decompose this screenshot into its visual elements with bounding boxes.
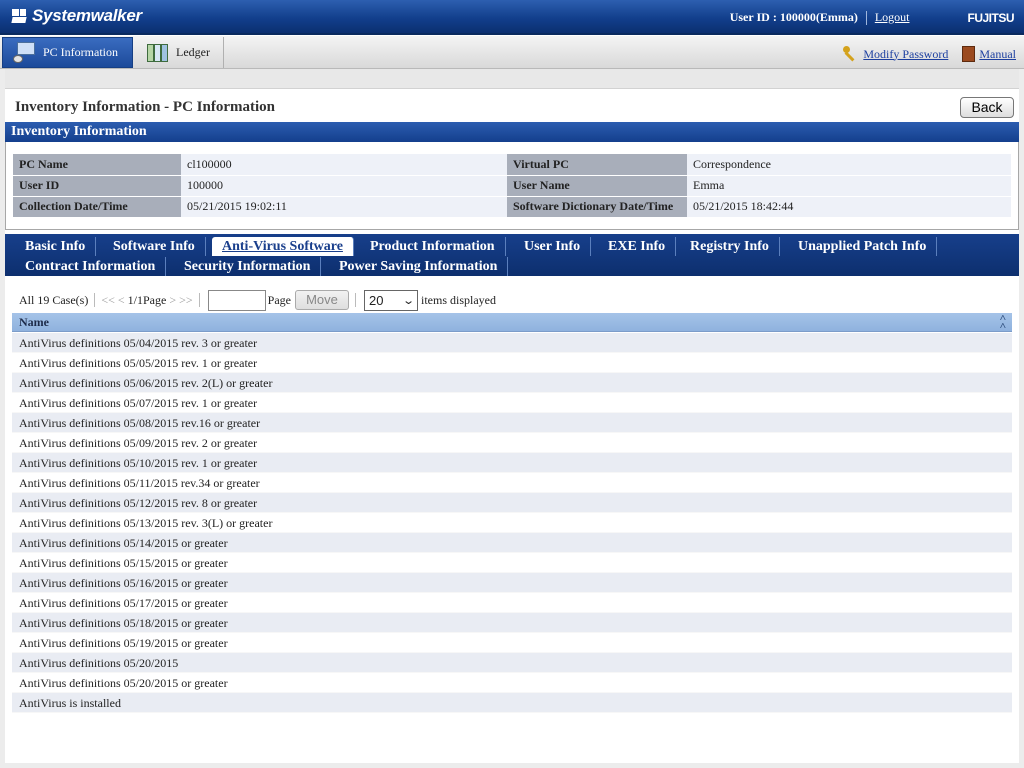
name-column-header[interactable]: Name ˄ ˄ [12, 313, 1012, 332]
table-row[interactable]: AntiVirus definitions 05/13/2015 rev. 3(… [12, 513, 1012, 533]
window-frame-right [1019, 69, 1024, 768]
menu-links: Modify Password Manual [843, 46, 1016, 62]
tab-exe-info[interactable]: EXE Info [598, 237, 677, 256]
total-count: All 19 Case(s) [19, 292, 89, 307]
window-frame-bottom [0, 763, 1024, 768]
table-row[interactable]: AntiVirus definitions 05/09/2015 rev. 2 … [12, 433, 1012, 453]
items-displayed-label: items displayed [420, 292, 496, 307]
systemwalker-logo-icon [10, 7, 28, 25]
pc-name-value: cl100000 [181, 154, 507, 176]
page-status: 1/1Page [127, 292, 167, 307]
table-row[interactable]: AntiVirus definitions 05/20/2015 [12, 653, 1012, 673]
inventory-section-header: Inventory Information [5, 122, 1019, 142]
fujitsu-logo: FUJITSU [967, 10, 1014, 25]
tab-anti-virus-software[interactable]: Anti-Virus Software [212, 237, 354, 256]
menu-tab-ledger[interactable]: Ledger [136, 37, 224, 68]
table-row[interactable]: AntiVirus definitions 05/20/2015 or grea… [12, 673, 1012, 693]
user-id-label: User ID : 100000(Emma) [729, 10, 858, 24]
tab-software-info[interactable]: Software Info [103, 237, 206, 256]
user-name-value: Emma [687, 175, 1011, 197]
table-row[interactable]: AntiVirus definitions 05/18/2015 or grea… [12, 613, 1012, 633]
user-id-value: 100000 [181, 175, 507, 197]
inventory-row: Collection Date/Time 05/21/2015 19:02:11… [13, 196, 1011, 218]
table-row[interactable]: AntiVirus definitions 05/19/2015 or grea… [12, 633, 1012, 653]
table-row[interactable]: AntiVirus definitions 05/10/2015 rev. 1 … [12, 453, 1012, 473]
manual-book-icon [962, 46, 976, 62]
table-row[interactable]: AntiVirus definitions 05/06/2015 rev. 2(… [12, 373, 1012, 393]
tab-basic-info[interactable]: Basic Info [15, 237, 97, 256]
user-id-field-label: User ID [13, 175, 181, 197]
items-per-page-value: 20 [368, 292, 384, 308]
pager: All 19 Case(s) << < 1/1Page > >> Page Mo… [19, 289, 496, 311]
tab-registry-info[interactable]: Registry Info [680, 237, 780, 256]
menu-tab-label: Ledger [176, 45, 210, 59]
dictionary-date-label: Software Dictionary Date/Time [507, 196, 687, 218]
table-row[interactable]: AntiVirus definitions 05/12/2015 rev. 8 … [12, 493, 1012, 513]
virtual-pc-label: Virtual PC [507, 154, 687, 176]
modify-password-link[interactable]: Modify Password [863, 47, 948, 62]
collection-date-value: 05/21/2015 19:02:11 [181, 196, 507, 218]
tab-product-information[interactable]: Product Information [360, 237, 506, 256]
collection-date-label: Collection Date/Time [13, 196, 181, 218]
menu-tab-pc-information[interactable]: PC Information [2, 37, 133, 68]
page-label: Page [267, 292, 291, 307]
pc-icon [13, 41, 37, 64]
table-row[interactable]: AntiVirus definitions 05/14/2015 or grea… [12, 533, 1012, 553]
content-top-strip [5, 69, 1019, 89]
chevron-down-icon: ⌄ [401, 294, 415, 307]
tab-security-information[interactable]: Security Information [174, 257, 322, 276]
table-row[interactable]: AntiVirus definitions 05/05/2015 rev. 1 … [12, 353, 1012, 373]
table-row[interactable]: AntiVirus definitions 05/11/2015 rev.34 … [12, 473, 1012, 493]
key-icon [843, 46, 859, 62]
pc-name-label: PC Name [13, 154, 181, 176]
menu-tab-label: PC Information [43, 45, 118, 59]
main-menu: PC Information Ledger Modify Password Ma… [0, 36, 1024, 69]
divider [354, 293, 356, 307]
sort-icon[interactable]: ˄ ˄ [1000, 313, 1006, 332]
dictionary-date-value: 05/21/2015 18:42:44 [687, 196, 1011, 218]
manual-link[interactable]: Manual [979, 47, 1016, 62]
divider [865, 10, 867, 25]
next-page-link[interactable]: > [169, 293, 176, 308]
prev-page-link[interactable]: < [118, 293, 125, 308]
page-number-input[interactable] [207, 289, 266, 311]
table-row[interactable]: AntiVirus definitions 05/17/2015 or grea… [12, 593, 1012, 613]
detail-tabs: Basic Info Software Info Anti-Virus Soft… [5, 234, 1019, 276]
inventory-panel: PC Name cl100000 Virtual PC Corresponden… [5, 142, 1019, 230]
items-per-page-select[interactable]: 20 ⌄ [363, 289, 418, 311]
last-page-link[interactable]: >> [179, 293, 193, 308]
inventory-table: PC Name cl100000 Virtual PC Corresponden… [13, 154, 1011, 218]
inventory-row: User ID 100000 User Name Emma [13, 175, 1011, 197]
antivirus-list: AntiVirus definitions 05/04/2015 rev. 3 … [12, 333, 1012, 713]
ledger-icon [146, 42, 170, 64]
table-row[interactable]: AntiVirus definitions 05/04/2015 rev. 3 … [12, 333, 1012, 353]
tab-power-saving-information[interactable]: Power Saving Information [329, 257, 509, 276]
tab-user-info[interactable]: User Info [514, 237, 592, 256]
table-row[interactable]: AntiVirus is installed [12, 693, 1012, 713]
brand-name: Systemwalker [32, 6, 142, 25]
systemwalker-logo: Systemwalker [10, 6, 142, 26]
first-page-link[interactable]: << [101, 293, 115, 308]
user-name-label: User Name [507, 175, 687, 197]
user-area: User ID : 100000(Emma) Logout FUJITSU [730, 10, 1014, 25]
virtual-pc-value: Correspondence [687, 154, 1011, 176]
back-button[interactable]: Back [960, 97, 1014, 118]
move-button[interactable]: Move [294, 290, 349, 310]
tab-unapplied-patch-info[interactable]: Unapplied Patch Info [788, 237, 938, 256]
column-header-label: Name [19, 315, 49, 329]
app-header: Systemwalker User ID : 100000(Emma) Logo… [0, 0, 1024, 35]
table-row[interactable]: AntiVirus definitions 05/16/2015 or grea… [12, 573, 1012, 593]
page-title: Inventory Information - PC Information [15, 99, 275, 115]
divider [94, 293, 96, 307]
inventory-row: PC Name cl100000 Virtual PC Corresponden… [13, 154, 1011, 176]
divider [198, 293, 200, 307]
tab-contract-information[interactable]: Contract Information [15, 257, 167, 276]
table-row[interactable]: AntiVirus definitions 05/07/2015 rev. 1 … [12, 393, 1012, 413]
logout-link[interactable]: Logout [875, 10, 910, 25]
table-row[interactable]: AntiVirus definitions 05/08/2015 rev.16 … [12, 413, 1012, 433]
table-row[interactable]: AntiVirus definitions 05/15/2015 or grea… [12, 553, 1012, 573]
